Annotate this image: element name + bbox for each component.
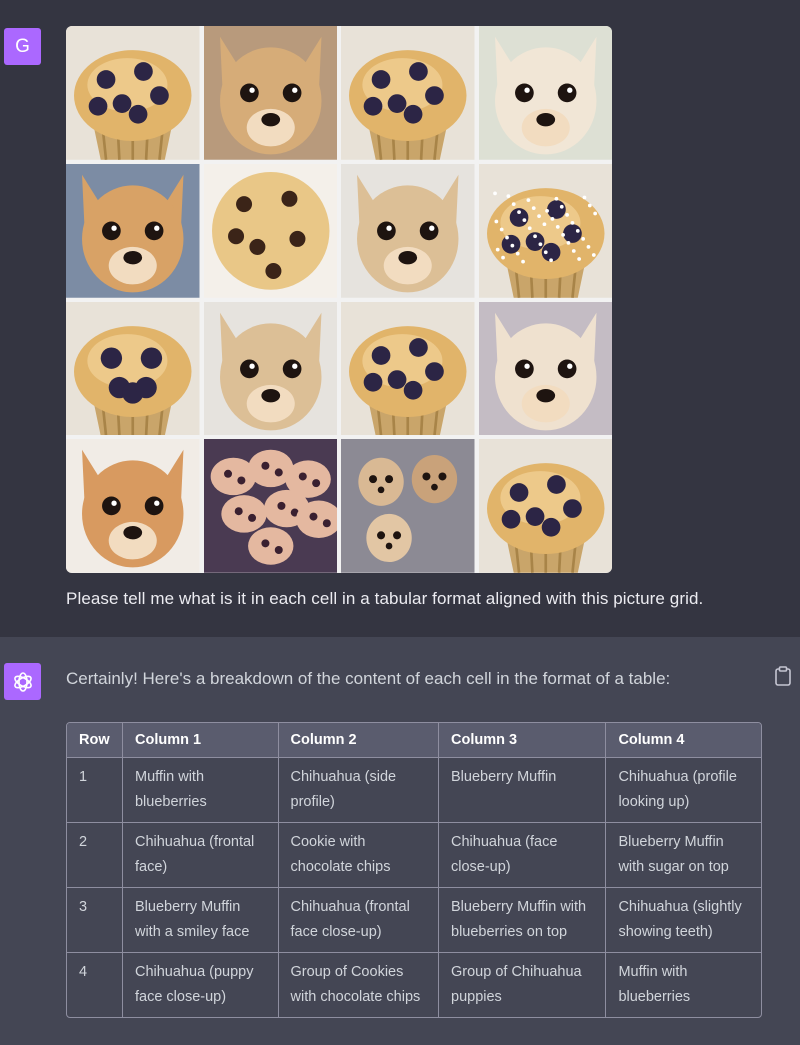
user-message: G Please tell me what is it in each cell… [0, 0, 800, 637]
grid-image-cell [478, 301, 612, 436]
grid-image [478, 26, 612, 160]
header-column-2: Column 2 [278, 723, 439, 758]
table-row: 4 Chihuahua (puppy face close-up) Group … [67, 953, 761, 1017]
table-row: 3 Blueberry Muffin with a smiley face Ch… [67, 888, 761, 953]
grid-image-cell [203, 439, 337, 573]
table-cell: Chihuahua (profile looking up) [606, 758, 761, 823]
table-cell: 2 [67, 823, 123, 888]
grid-image-cell [341, 26, 475, 160]
table-cell: Blueberry Muffin with blueberries on top [439, 888, 607, 953]
answer-table: Row Column 1 Column 2 Column 3 Column 4 … [66, 722, 762, 1018]
table-cell: Blueberry Muffin [439, 758, 607, 823]
grid-image-cell [478, 163, 612, 298]
grid-image-cell [203, 26, 337, 160]
header-row: Row [67, 723, 123, 758]
table-cell: Chihuahua (frontal face) [122, 823, 279, 888]
table-cell: Cookie with chocolate chips [278, 823, 439, 888]
grid-image [341, 26, 475, 160]
assistant-message: Certainly! Here's a breakdown of the con… [0, 637, 800, 1045]
table-cell: Chihuahua (puppy face close-up) [123, 953, 279, 1017]
openai-logo-icon [13, 671, 32, 692]
grid-image-cell [341, 301, 475, 436]
user-avatar: G [4, 28, 41, 65]
grid-image-cell [66, 26, 200, 160]
grid-image [66, 26, 200, 160]
grid-image [203, 163, 337, 298]
grid-image [66, 301, 200, 436]
grid-image [66, 439, 200, 573]
grid-image-cell [341, 439, 475, 573]
table-cell: Group of Chihuahua puppies [439, 953, 607, 1017]
table-cell: Chihuahua (slightly showing teeth) [606, 888, 761, 953]
header-column-4: Column 4 [606, 723, 761, 758]
grid-image [341, 301, 475, 436]
grid-image-cell [478, 439, 612, 573]
grid-image [203, 301, 337, 436]
grid-image [66, 163, 200, 298]
table-row: 1 Muffin with blueberries Chihuahua (sid… [67, 758, 761, 823]
grid-image-cell [66, 163, 200, 298]
table-header-row: Row Column 1 Column 2 Column 3 Column 4 [67, 723, 761, 758]
header-column-3: Column 3 [439, 723, 607, 758]
table-cell: Muffin with blueberries [618, 964, 691, 1005]
grid-image-cell [66, 439, 200, 573]
grid-image-cell [203, 163, 337, 298]
clipboard-icon[interactable] [774, 666, 792, 686]
grid-image [203, 26, 337, 160]
table-cell: Group of Cookies with chocolate chips [279, 953, 439, 1017]
grid-image [203, 439, 337, 573]
table-cell: 3 [67, 888, 123, 953]
table-row: 2 Chihuahua (frontal face) Cookie with c… [67, 823, 761, 888]
grid-image [341, 439, 475, 573]
grid-image [478, 439, 612, 573]
image-grid[interactable] [66, 26, 612, 573]
assistant-intro-text: Certainly! Here's a breakdown of the con… [66, 669, 671, 688]
table-cell: Muffin with blueberries [122, 758, 279, 823]
assistant-avatar [4, 663, 41, 700]
table-cell: Blueberry Muffin with a smiley face [122, 888, 279, 953]
table-cell: Chihuahua (side profile) [278, 758, 439, 823]
grid-image-cell [478, 26, 612, 160]
grid-image [341, 163, 475, 298]
header-column-1: Column 1 [122, 723, 279, 758]
table-cell: Chihuahua (face close-up) [439, 823, 607, 888]
table-cell: Blueberry Muffin with sugar on top [606, 823, 761, 888]
grid-image [478, 301, 612, 436]
grid-image-cell [341, 163, 475, 298]
table-cell: 4 [67, 953, 123, 1017]
user-message-text: Please tell me what is it in each cell i… [66, 589, 704, 608]
grid-image-cell [203, 301, 337, 436]
grid-image [478, 163, 612, 298]
table-cell: 1 [67, 758, 123, 823]
grid-image-cell [66, 301, 200, 436]
table-cell: Chihuahua (frontal face close-up) [278, 888, 439, 953]
